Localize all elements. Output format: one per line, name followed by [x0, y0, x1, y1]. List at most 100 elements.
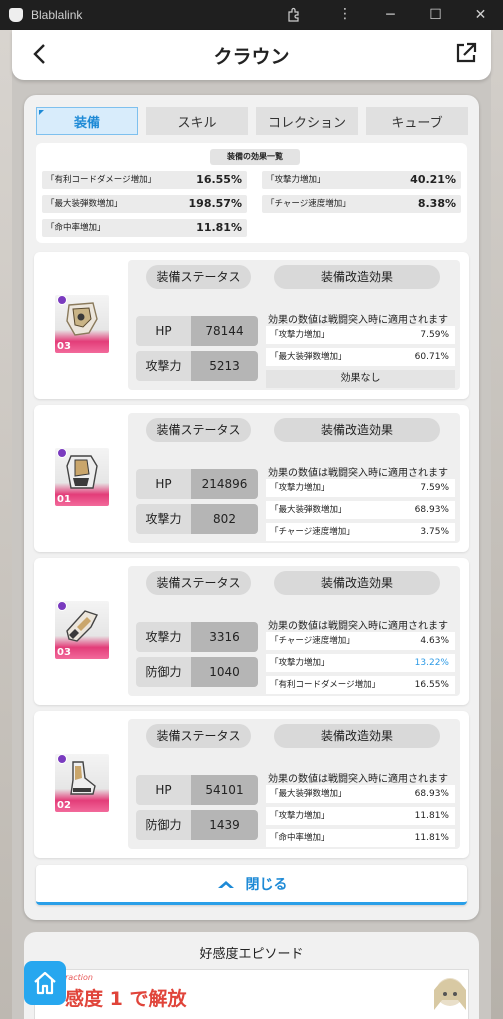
summary-effect: 「有利コードダメージ増加」 16.55% [42, 171, 247, 189]
gauntlet-gear-icon [66, 610, 98, 642]
detail-tabs: 装備 スキル コレクション キューブ [36, 107, 468, 135]
chevron-up-icon [217, 880, 234, 888]
equipment-card-arm[interactable]: 03 装備ステータス 装備改造効果 攻撃力 3316 防御力 1040 効果の数… [34, 558, 469, 705]
character-portrait-icon [434, 978, 466, 1010]
modification-row: 「攻撃力増加」 11.81% [266, 807, 455, 825]
effect-name: 「有利コードダメージ増加」 [46, 175, 157, 185]
page-header: クラウン [12, 30, 491, 80]
stat-label: HP [136, 469, 191, 499]
summary-effect: 「チャージ速度増加」 8.38% [262, 195, 461, 213]
stat-value: 54101 [191, 775, 258, 805]
boots-gear-icon [70, 761, 96, 795]
stat-label: HP [136, 316, 191, 346]
equipment-info: 装備ステータス 装備改造効果 HP 54101 防御力 1439 効果の数値は戦… [128, 719, 460, 849]
close-window-button[interactable]: ✕ [458, 0, 503, 30]
mod-value: 68.93% [414, 505, 449, 515]
stat-label: 攻撃力 [136, 351, 191, 381]
external-link-icon[interactable] [455, 42, 477, 64]
modification-label: 装備改造効果 [274, 724, 440, 748]
helmet-gear-icon [66, 302, 98, 336]
app-logo-icon [9, 8, 23, 22]
effect-value: 16.55% [196, 173, 242, 186]
mod-name: 「チャージ速度増加」 [270, 636, 355, 646]
mod-name: 「攻撃力増加」 [270, 811, 330, 821]
tab-equipment[interactable]: 装備 [36, 107, 138, 135]
stat-label: 攻撃力 [136, 622, 191, 652]
minimize-button[interactable]: ─ [368, 0, 413, 30]
mod-name: 「最大装弾数増加」 [270, 505, 347, 515]
stat-value: 78144 [191, 316, 258, 346]
effect-name: 「チャージ速度増加」 [266, 199, 351, 209]
mod-name: 「チャージ速度増加」 [270, 527, 355, 537]
modification-row: 「有利コードダメージ増加」 16.55% [266, 676, 455, 694]
status-label: 装備ステータス [146, 265, 251, 289]
equipment-card-leg[interactable]: 02 装備ステータス 装備改造効果 HP 54101 防御力 1439 効果の数… [34, 711, 469, 858]
page-title: クラウン [213, 46, 290, 68]
mod-name: 「命中率増加」 [270, 833, 330, 843]
mod-value-highlight: 13.22% [414, 658, 449, 668]
equipment-info: 装備ステータス 装備改造効果 HP 78144 攻撃力 5213 効果の数値は戦… [128, 260, 460, 390]
extension-icon[interactable] [286, 7, 302, 23]
summary-effect: 「最大装弾数増加」 198.57% [42, 195, 247, 213]
summary-effect: 「命中率増加」 11.81% [42, 219, 247, 237]
background-art [491, 30, 503, 1019]
tier-badge-icon [57, 754, 67, 764]
tier-badge-icon [57, 448, 67, 458]
status-label: 装備ステータス [146, 571, 251, 595]
modification-label: 装備改造効果 [274, 265, 440, 289]
stat-value: 802 [191, 504, 258, 534]
affection-episode-section: 好感度エピソード raction 感度 1 で解放 [24, 932, 479, 1019]
effect-value: 8.38% [417, 197, 456, 210]
tab-collection[interactable]: コレクション [256, 107, 358, 135]
mod-value: 16.55% [414, 680, 449, 690]
effect-value: 40.21% [410, 173, 456, 186]
character-detail-panel: 装備 スキル コレクション キューブ 装備の効果一覧 「有利コードダメージ増加」… [24, 95, 479, 920]
mod-value: 4.63% [420, 636, 449, 646]
modification-empty: 効果なし [266, 370, 455, 388]
modification-row: 「攻撃力増加」 7.59% [266, 326, 455, 344]
stat-value: 214896 [191, 469, 258, 499]
equipment-card-torso[interactable]: 01 装備ステータス 装備改造効果 HP 214896 攻撃力 802 効果の数… [34, 405, 469, 552]
modification-row: 「チャージ速度増加」 4.63% [266, 632, 455, 650]
status-label: 装備ステータス [146, 418, 251, 442]
mod-value: 11.81% [414, 833, 449, 843]
mod-value: 60.71% [414, 352, 449, 362]
summary-title: 装備の効果一覧 [210, 149, 300, 165]
stat-label: 攻撃力 [136, 504, 191, 534]
effect-name: 「最大装弾数増加」 [46, 199, 123, 209]
equipment-effects-summary: 装備の効果一覧 「有利コードダメージ増加」 16.55% 「攻撃力増加」 40.… [36, 143, 467, 243]
episode-card[interactable]: raction 感度 1 で解放 [34, 969, 469, 1019]
collapse-button[interactable]: 閉じる [36, 865, 467, 905]
equipment-info: 装備ステータス 装備改造効果 攻撃力 3316 防御力 1040 効果の数値は戦… [128, 566, 460, 696]
tab-cube[interactable]: キューブ [366, 107, 468, 135]
equipment-level: 03 [57, 341, 71, 352]
mod-name: 「有利コードダメージ増加」 [270, 680, 381, 690]
effect-name: 「命中率増加」 [46, 223, 106, 233]
stat-value: 5213 [191, 351, 258, 381]
effect-value: 198.57% [188, 197, 242, 210]
menu-kebab-icon[interactable]: ⋮ [338, 6, 352, 22]
background-art [0, 30, 12, 1019]
tier-badge-icon [57, 295, 67, 305]
equipment-card-head[interactable]: 03 装備ステータス 装備改造効果 HP 78144 攻撃力 5213 効果の数… [34, 252, 469, 399]
mod-name: 「攻撃力増加」 [270, 483, 330, 493]
modification-note: 効果の数値は戦闘突入時に適用されます [268, 315, 448, 326]
modification-row: 「チャージ速度増加」 3.75% [266, 523, 455, 541]
equipment-info: 装備ステータス 装備改造効果 HP 214896 攻撃力 802 効果の数値は戦… [128, 413, 460, 543]
stat-label: 防御力 [136, 810, 191, 840]
mod-name: 「最大装弾数増加」 [270, 789, 347, 799]
home-button[interactable] [24, 961, 66, 1005]
maximize-button[interactable]: ☐ [413, 0, 458, 30]
modification-note: 効果の数値は戦闘突入時に適用されます [268, 621, 448, 632]
mod-value: 3.75% [420, 527, 449, 537]
mod-value: 7.59% [420, 330, 449, 340]
mod-name: 「攻撃力増加」 [270, 658, 330, 668]
episode-title: 好感度エピソード [199, 947, 304, 962]
modification-label: 装備改造効果 [274, 571, 440, 595]
app-title: Blablalink [31, 8, 83, 22]
stat-value: 3316 [191, 622, 258, 652]
tab-skill[interactable]: スキル [146, 107, 248, 135]
status-label: 装備ステータス [146, 724, 251, 748]
modification-row: 「攻撃力増加」 7.59% [266, 479, 455, 497]
mod-value: 7.59% [420, 483, 449, 493]
